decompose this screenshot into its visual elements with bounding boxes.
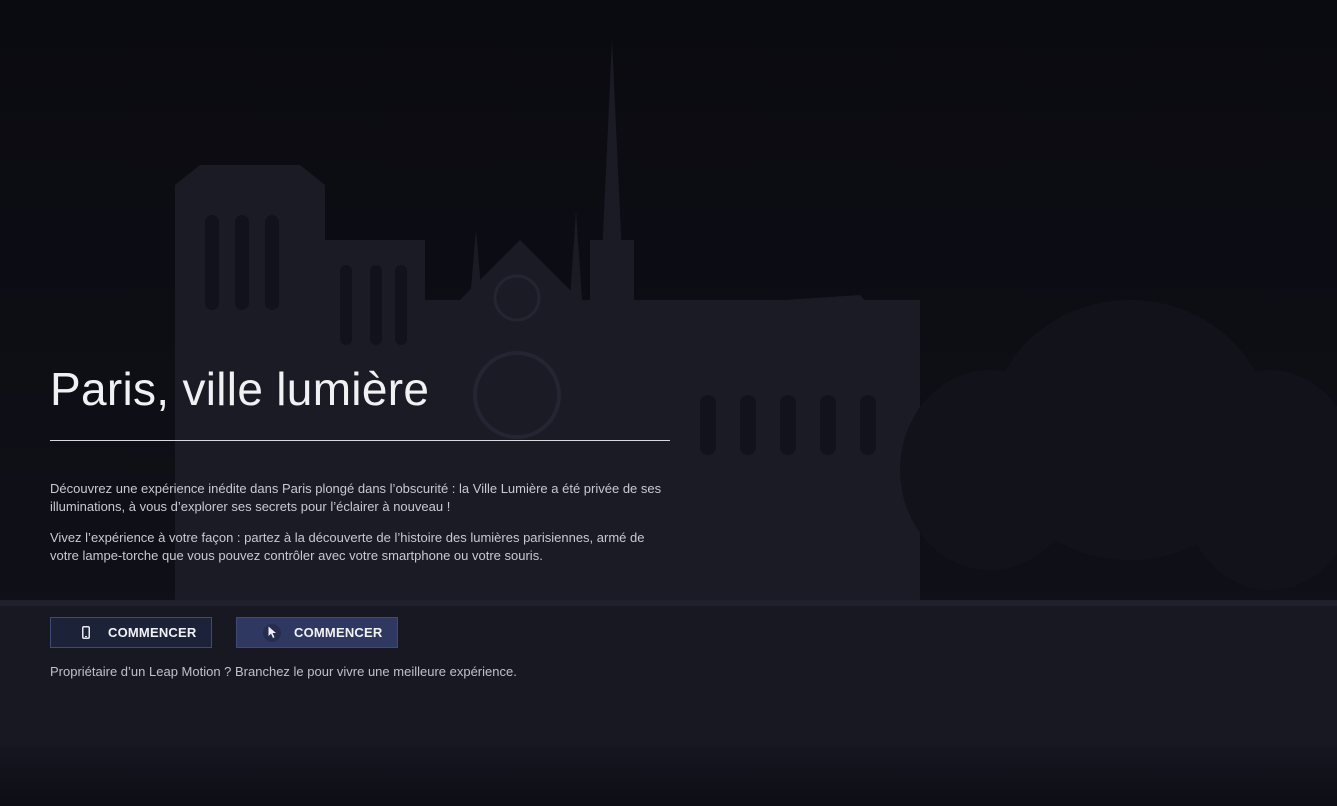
hero-content: Paris, ville lumière Découvrez une expér… [50, 0, 690, 806]
start-mouse-label: COMMENCER [294, 625, 383, 640]
leap-motion-note: Propriétaire d’un Leap Motion ? Branchez… [50, 664, 517, 679]
title-divider [50, 440, 670, 441]
page-title: Paris, ville lumière [50, 363, 430, 415]
intro-paragraph: Découvrez une expérience inédite dans Pa… [50, 481, 662, 514]
experience-paragraph: Vivez l’expérience à votre façon : parte… [50, 530, 645, 563]
landing-screen: Paris, ville lumière Découvrez une expér… [0, 0, 1337, 806]
smartphone-icon [77, 624, 95, 642]
start-mouse-button[interactable]: COMMENCER [236, 617, 398, 648]
start-smartphone-label: COMMENCER [108, 625, 197, 640]
mouse-cursor-icon [263, 623, 281, 642]
start-smartphone-button[interactable]: COMMENCER [50, 617, 212, 648]
